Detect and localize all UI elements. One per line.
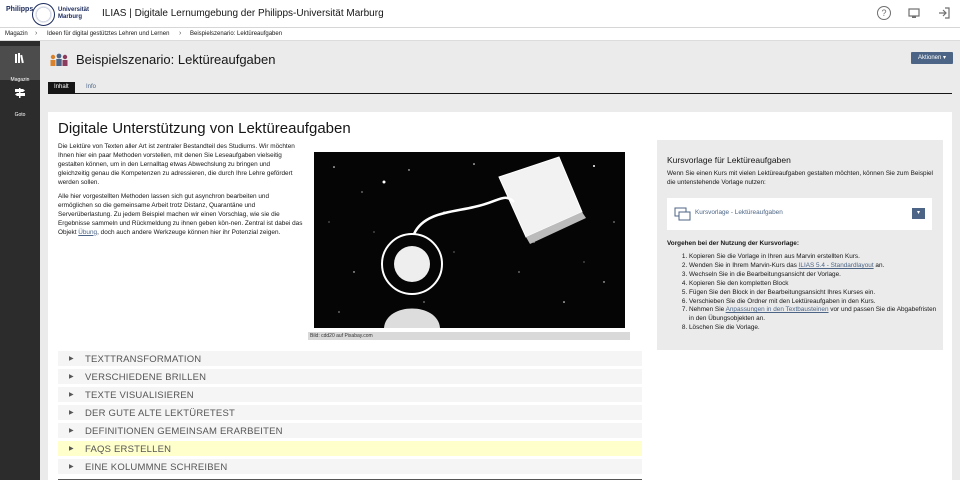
accordion-item[interactable]: ▶ VERSCHIEDENE BRILLEN [58,369,642,385]
mainbar-label: Goto [14,112,26,118]
list-item: Kopieren Sie den kompletten Block [689,280,939,289]
astronaut-book-illustration [314,152,625,328]
list-item: Nehmen Sie Anpassungen in den Textbauste… [689,306,939,324]
tab-info[interactable]: Info [80,82,102,93]
content-panel: Digitale Unterstützung von Lektüreaufgab… [48,112,952,480]
caret-right-icon: ▶ [69,464,74,470]
university-seal-icon [32,3,55,26]
uebung-link[interactable]: Übung [78,229,97,236]
caret-right-icon: ▶ [69,392,74,398]
logo-text: Universität Marburg [58,7,90,20]
course-template-icon [674,207,692,221]
mainbar-item-goto[interactable]: Goto [0,81,40,118]
list-item: Löschen Sie die Vorlage. [689,324,939,333]
list-item: Wenden Sie in Ihrem Marvin-Kurs das ILIA… [689,262,939,271]
accordion-item[interactable]: ▶ TEXTTRANSFORMATION [58,351,642,367]
help-icon[interactable]: ? [877,6,891,20]
page-title: Beispielszenario: Lektüreaufgaben [76,52,276,67]
template-item[interactable]: Kursvorlage - Lektüreaufgaben ▾ [667,198,932,230]
caret-right-icon: ▶ [69,428,74,434]
chevron-right-icon: › [35,30,38,37]
methods-paragraph: Alle hier vorgestellten Methoden lassen … [58,193,303,236]
group-scenario-icon [49,53,69,67]
mainbar-item-magazin[interactable]: Magazin [0,46,40,83]
template-link[interactable]: Kursvorlage - Lektüreaufgaben [695,209,783,216]
breadcrumb: Magazin › Ideen für digital gestütztes L… [0,28,960,41]
caret-right-icon: ▶ [69,446,74,452]
accordion-item[interactable]: ▶ EINE KOLUMMNE SCHREIBEN [58,459,642,475]
list-item: Wechseln Sie in die Bearbeitungsansicht … [689,271,939,280]
logo-text: Philipps [6,6,34,13]
sidebar-heading: Kursvorlage für Lektüreaufgaben [667,155,791,165]
top-header: Philipps Universität Marburg ILIAS | Digi… [0,0,960,28]
accordion-item[interactable]: ▶ FAQS ERSTELLEN [58,441,642,457]
tab-bar: Inhalt Info [48,82,952,94]
breadcrumb-item[interactable]: Ideen für digital gestütztes Lehren und … [47,31,169,37]
accordion-item[interactable]: ▶ TEXTE VISUALISIEREN [58,387,642,403]
list-item: Fügen Sie den Block in der Bearbeitungsa… [689,289,939,298]
university-logo[interactable]: Philipps Universität Marburg [6,2,94,26]
breadcrumb-item[interactable]: Magazin [5,31,28,37]
actions-dropdown-button[interactable]: Aktionen ▾ [911,52,953,64]
chevron-right-icon: › [179,30,182,37]
text-modules-link[interactable]: Anpassungen in den Textbausteinen [726,306,829,313]
tab-inhalt[interactable]: Inhalt [48,82,75,93]
course-template-box: Kursvorlage für Lektüreaufgaben Wenn Sie… [657,140,943,350]
magazine-icon [0,52,40,66]
caret-right-icon: ▶ [69,410,74,416]
accordion-item[interactable]: ▶ DER GUTE ALTE LEKTÜRETEST [58,405,642,421]
caret-right-icon: ▶ [69,374,74,380]
signpost-icon [0,87,40,101]
content-heading: Digitale Unterstützung von Lektüreaufgab… [58,120,351,137]
accordion-item[interactable]: ▶ DEFINITIONEN GEMEINSAM ERARBEITEN [58,423,642,439]
logout-icon[interactable] [937,6,951,20]
list-item: Kopieren Sie die Vorlage in Ihren aus Ma… [689,253,939,262]
list-item: Verschieben Sie die Ordner mit den Lektü… [689,298,939,307]
main-bar: Magazin Goto [0,41,40,480]
steps-heading: Vorgehen bei der Nutzung der Kursvorlage… [667,240,799,247]
app-title: ILIAS | Digitale Lernumgebung der Philip… [102,8,384,19]
image-caption: Bild: cdd20 auf Pixabay.com [308,332,630,340]
screen-icon[interactable] [907,6,921,20]
sidebar-intro: Wenn Sie einen Kurs mit vielen Lektüreau… [667,170,933,186]
chevron-down-icon[interactable]: ▾ [912,208,925,219]
breadcrumb-item[interactable]: Beispielszenario: Lektüreaufgaben [190,31,282,37]
intro-paragraph: Die Lektüre von Texten aller Art ist zen… [58,143,295,186]
caret-right-icon: ▶ [69,356,74,362]
standard-layout-link[interactable]: ILIAS 5.4 - Standardlayout [799,262,874,269]
steps-list: Kopieren Sie die Vorlage in Ihren aus Ma… [679,253,939,333]
